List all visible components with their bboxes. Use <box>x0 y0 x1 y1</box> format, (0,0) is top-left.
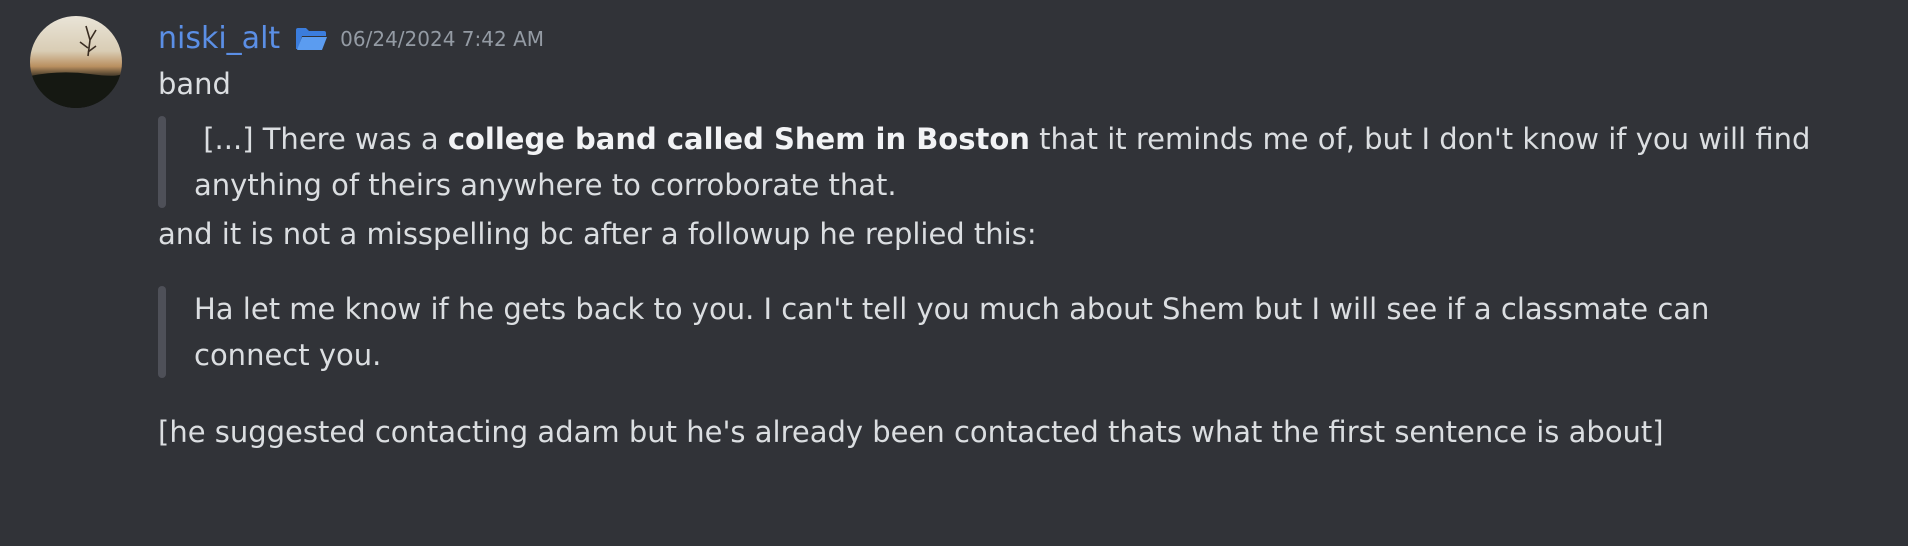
blockquote-1: [...] There was a college band called Sh… <box>158 116 1868 208</box>
quote-1-bold-text: college band called Shem in Boston <box>447 122 1030 156</box>
avatar[interactable] <box>30 16 122 108</box>
quote-1-text-pre: [...] There was a <box>203 122 448 156</box>
chat-message: niski_alt 06/24/2024 7:42 AM band [...] … <box>0 0 1908 546</box>
quote-1-line-1: [...] There was a college band called Sh… <box>194 116 1868 162</box>
quote-1-text-post: that it reminds me of, but I don't know … <box>1029 122 1811 156</box>
quote-2-line-2: connect you. <box>194 338 382 372</box>
quote-1-line-2: anything of theirs anywhere to corrobora… <box>194 168 897 202</box>
timestamp[interactable]: 06/24/2024 7:42 AM <box>340 18 544 60</box>
quote-bar <box>158 116 166 208</box>
message-content: niski_alt 06/24/2024 7:42 AM band [...] … <box>158 18 1868 456</box>
username[interactable]: niski_alt <box>158 18 280 60</box>
message-line-first: band <box>158 67 231 101</box>
blockquote-2: Ha let me know if he gets back to you. I… <box>158 286 1868 378</box>
message-line-middle: and it is not a misspelling bc after a f… <box>158 217 1037 251</box>
quote-2-line-1: Ha let me know if he gets back to you. I… <box>194 292 1710 326</box>
message-header: niski_alt 06/24/2024 7:42 AM <box>158 18 1868 60</box>
avatar-sunset-image <box>30 25 122 108</box>
quote-bar <box>158 286 166 378</box>
message-line-last: [he suggested contacting adam but he's a… <box>158 415 1664 449</box>
folder-icon <box>294 26 328 52</box>
